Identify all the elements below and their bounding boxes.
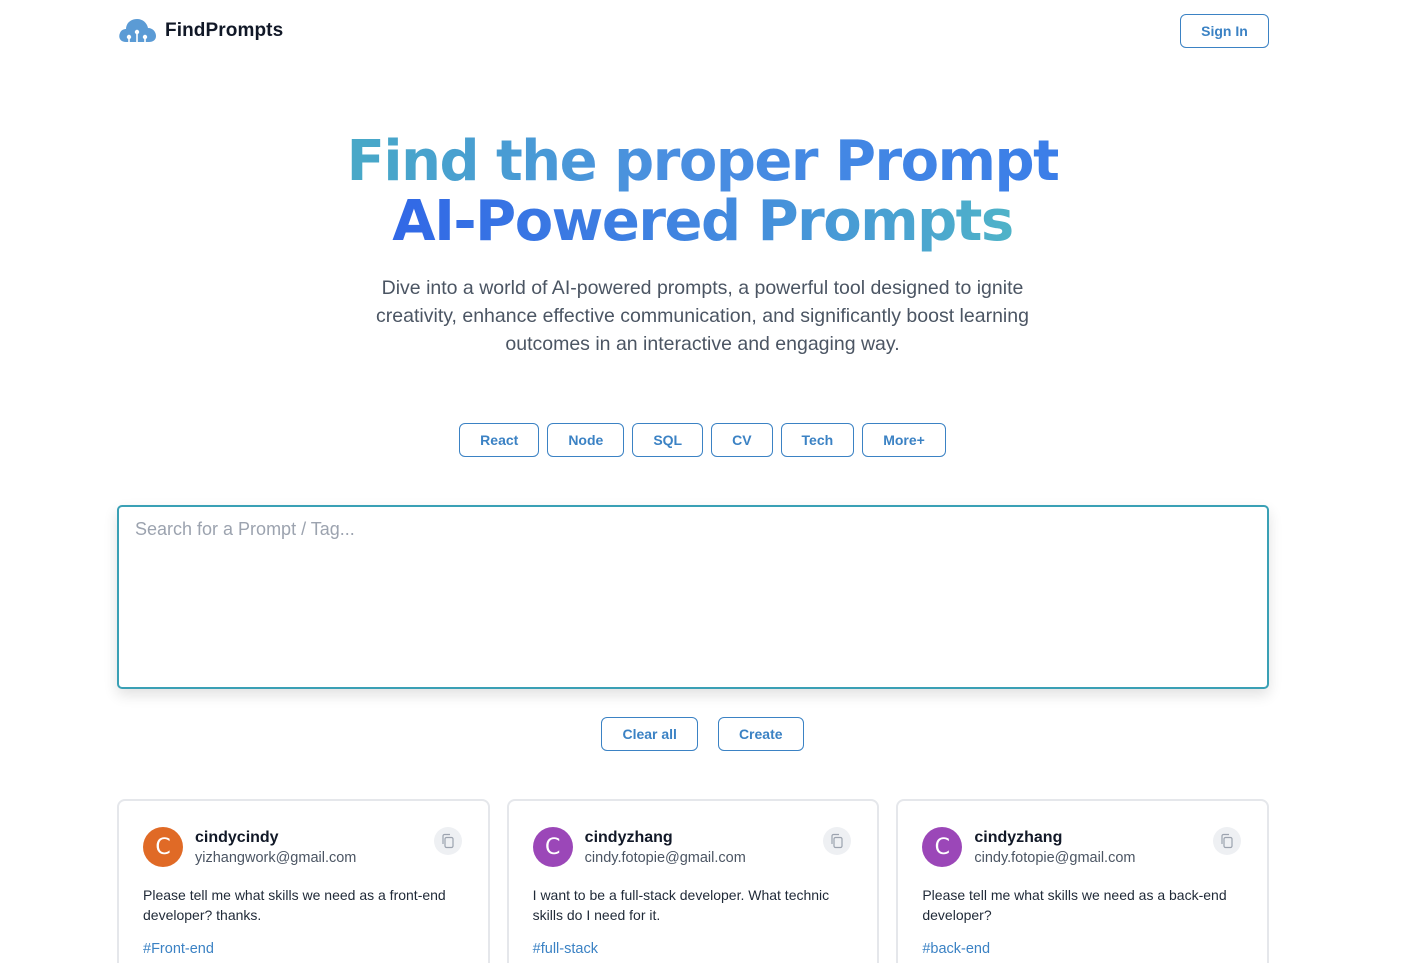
hero-description: Dive into a world of AI-powered prompts,… — [376, 277, 1029, 355]
search-input[interactable] — [119, 507, 1267, 687]
avatar: C — [532, 827, 573, 867]
hero-title-line2: AI-Powered Prompts — [392, 189, 1014, 254]
brand[interactable]: FindPrompts — [117, 16, 283, 46]
hero-title-line1: Find the proper Prompt — [346, 129, 1060, 194]
prompt-card-list: C cindycindy yizhangwork@gmail.com Pleas… — [117, 799, 1270, 963]
prompt-text: Please tell me what skills we need as a … — [922, 887, 1227, 923]
cloud-network-icon — [119, 19, 156, 44]
brand-name: FindPrompts — [165, 20, 284, 41]
navbar: FindPrompts Sign In — [117, 14, 1269, 48]
search-box — [117, 505, 1269, 689]
sign-in-button[interactable]: Sign In — [1180, 14, 1269, 48]
prompt-text: I want to be a full-stack developer. Wha… — [532, 887, 830, 923]
prompt-tag[interactable]: #Front-end — [143, 941, 214, 957]
tag-button-more[interactable]: More+ — [862, 423, 946, 457]
prompt-card-header[interactable]: C cindycindy yizhangwork@gmail.com — [143, 827, 464, 867]
prompt-card: C cindycindy yizhangwork@gmail.com Pleas… — [117, 799, 490, 963]
copy-button[interactable] — [1213, 827, 1242, 855]
search-actions: Clear all Create — [0, 717, 1405, 751]
username: cindyzhang — [974, 828, 1063, 846]
prompt-card: C cindyzhang cindy.fotopie@gmail.com Ple… — [896, 799, 1270, 963]
tag-button-node[interactable]: Node — [547, 423, 625, 457]
hero-title: Find the proper Prompt AI-Powered Prompt… — [0, 132, 1405, 252]
avatar: C — [922, 827, 963, 867]
prompt-card: C cindyzhang cindy.fotopie@gmail.com I w… — [506, 799, 880, 963]
username: cindycindy — [195, 828, 279, 846]
create-button[interactable]: Create — [717, 717, 804, 751]
prompt-text: Please tell me what skills we need as a … — [143, 887, 446, 923]
user-email: yizhangwork@gmail.com — [195, 849, 357, 866]
copy-icon — [831, 833, 843, 849]
tag-button-react[interactable]: React — [459, 423, 540, 457]
copy-icon — [442, 833, 454, 849]
user-email: cindy.fotopie@gmail.com — [584, 849, 746, 866]
tag-button-cv[interactable]: CV — [711, 423, 773, 457]
avatar: C — [143, 827, 183, 867]
prompt-card-header[interactable]: C cindyzhang cindy.fotopie@gmail.com — [922, 827, 1243, 867]
copy-icon — [1221, 833, 1233, 849]
prompt-card-header[interactable]: C cindyzhang cindy.fotopie@gmail.com — [532, 827, 854, 867]
hero: Find the proper Prompt AI-Powered Prompt… — [0, 132, 1405, 358]
tag-button-sql[interactable]: SQL — [632, 423, 704, 457]
clear-all-button[interactable]: Clear all — [601, 717, 698, 751]
prompt-tag[interactable]: #full-stack — [533, 941, 598, 957]
copy-button[interactable] — [433, 827, 462, 855]
username: cindyzhang — [584, 828, 673, 846]
tag-button-tech[interactable]: Tech — [780, 423, 855, 457]
prompt-tag[interactable]: #back-end — [922, 941, 990, 957]
user-email: cindy.fotopie@gmail.com — [974, 849, 1136, 866]
tag-filter-bar: React Node SQL CV Tech More+ — [0, 423, 1405, 457]
